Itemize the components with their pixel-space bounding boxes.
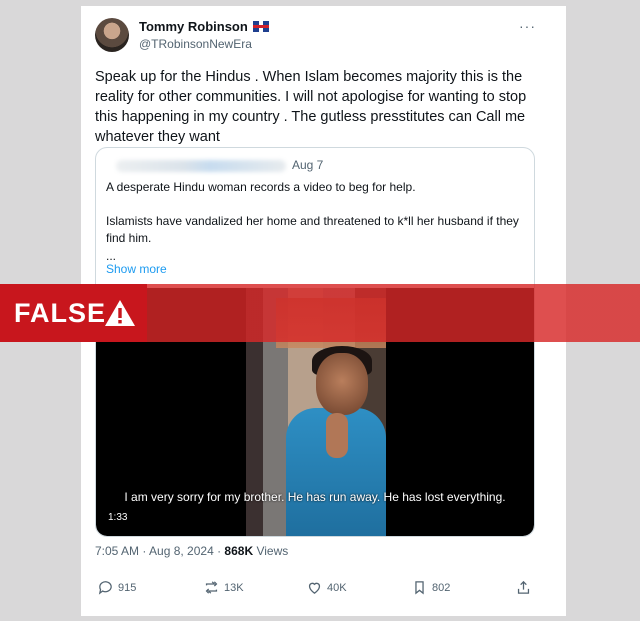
share-button[interactable] <box>515 579 532 596</box>
repost-count: 13K <box>224 581 244 594</box>
false-banner: FALSE <box>0 284 640 342</box>
tweet-meta: 7:05 AM · Aug 8, 2024 · 868K Views <box>95 544 288 558</box>
views-count: 868K <box>224 544 254 558</box>
tweet-text: Speak up for the Hindus . When Islam bec… <box>95 69 527 145</box>
tweet-timestamp[interactable]: 7:05 AM · Aug 8, 2024 · <box>95 544 224 558</box>
quote-ellipsis: ... <box>106 249 117 263</box>
warning-icon <box>105 300 135 326</box>
avatar[interactable] <box>95 18 129 52</box>
reply-count: 915 <box>118 581 137 594</box>
quote-date: Aug 7 <box>292 158 324 172</box>
bookmark-count: 802 <box>432 581 451 594</box>
share-icon <box>517 580 530 594</box>
bookmark-button[interactable]: 802 <box>411 579 450 596</box>
reply-icon <box>98 581 112 595</box>
video-person-head <box>316 353 368 415</box>
repost-icon <box>205 581 218 594</box>
false-label: FALSE <box>14 298 107 328</box>
repost-button[interactable]: 13K <box>203 579 244 596</box>
quote-text: A desperate Hindu woman records a video … <box>106 179 526 263</box>
quote-line-2: Islamists have vandalized her home and t… <box>106 214 519 245</box>
author-name-text[interactable]: Tommy Robinson <box>139 19 248 34</box>
reply-button[interactable]: 915 <box>97 579 136 596</box>
more-icon[interactable]: ··· <box>519 18 536 34</box>
quote-line-1: A desperate Hindu woman records a video … <box>106 180 416 194</box>
like-count: 40K <box>327 581 347 594</box>
like-button[interactable]: 40K <box>306 579 347 596</box>
like-icon <box>308 582 321 594</box>
flag-uk-icon <box>252 21 269 32</box>
video-person-hands <box>326 413 348 458</box>
quoted-tweet[interactable]: Aug 7 A desperate Hindu woman records a … <box>95 147 535 537</box>
bookmark-icon <box>415 581 424 595</box>
author-handle[interactable]: @TRobinsonNewEra <box>139 37 252 51</box>
views-label: Views <box>253 544 289 558</box>
action-bar: 915 13K 40K 802 <box>95 579 545 601</box>
video-duration: 1:33 <box>108 512 128 523</box>
show-more-link[interactable]: Show more <box>106 262 167 276</box>
blurred-author-name <box>116 160 286 172</box>
video-caption: I am very sorry for my brother. He has r… <box>124 490 506 504</box>
author-name[interactable]: Tommy Robinson <box>139 19 269 34</box>
